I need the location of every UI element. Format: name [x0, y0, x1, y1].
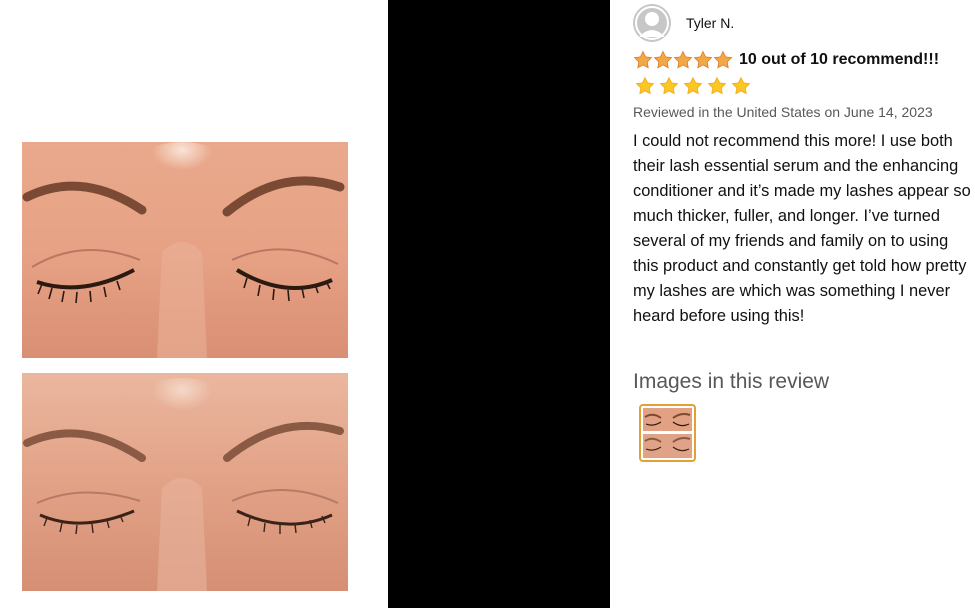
star-icon — [653, 50, 673, 69]
before-eyes-photo — [22, 142, 348, 358]
review-panel: Tyler N. 10 out of 10 recommend!!! Revie… — [633, 0, 975, 608]
star-icon — [708, 77, 726, 95]
image-viewer — [0, 0, 388, 608]
after-eyes-photo — [22, 373, 348, 591]
star-icon — [633, 50, 653, 69]
media-backdrop — [388, 0, 610, 608]
review-title[interactable]: 10 out of 10 recommend!!! — [739, 51, 939, 69]
star-icon — [713, 50, 733, 69]
images-heading: Images in this review — [633, 370, 830, 393]
emoji-stars — [635, 76, 751, 96]
reviewer-name[interactable]: Tyler N. — [686, 15, 734, 31]
review-date: Reviewed in the United States on June 14… — [633, 104, 933, 120]
star-icon — [636, 77, 654, 95]
star-icon — [693, 50, 713, 69]
star-icon — [660, 77, 678, 95]
star-icon — [673, 50, 693, 69]
review-body: I could not recommend this more! I use b… — [633, 132, 971, 325]
review-headline-row: 10 out of 10 recommend!!! — [633, 50, 939, 70]
star-icon — [684, 77, 702, 95]
star-icon — [732, 77, 750, 95]
star-rating[interactable] — [633, 50, 733, 70]
review-image-thumbnail[interactable] — [639, 404, 696, 462]
user-avatar-icon — [633, 4, 671, 42]
reviewer-profile[interactable]: Tyler N. — [633, 4, 734, 42]
